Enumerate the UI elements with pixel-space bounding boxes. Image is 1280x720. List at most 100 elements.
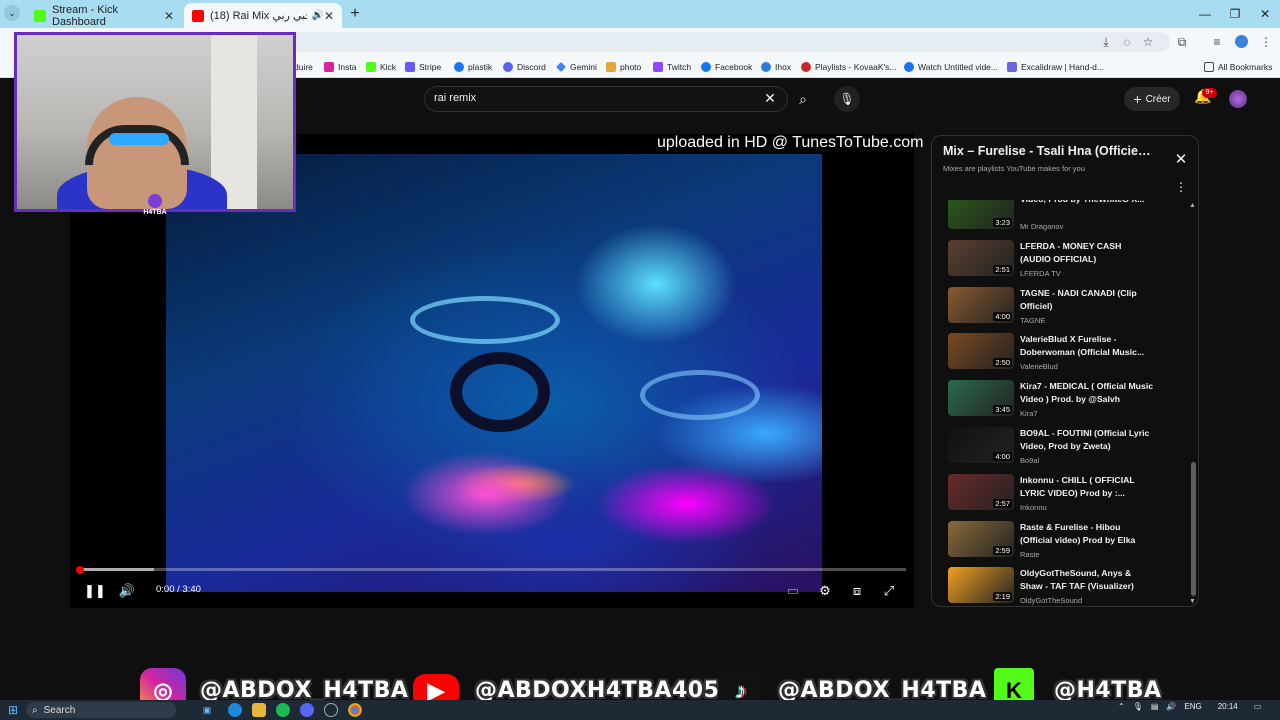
video-thumbnail[interactable]: 3:45: [948, 380, 1014, 417]
bookmark-watch-untitled[interactable]: Watch Untitled vide...: [904, 60, 998, 74]
obs-icon[interactable]: [324, 703, 338, 717]
video-title[interactable]: LFERDA - MONEY CASH (AUDIO OFFICIAL): [1020, 240, 1154, 266]
bookmark-facebook[interactable]: Facebook: [701, 60, 752, 74]
progress-bar[interactable]: [80, 568, 906, 571]
file-explorer-icon[interactable]: [252, 703, 266, 717]
playlist-item[interactable]: 4:00 BO9AL - FOUTINI (Official Lyric Vide…: [948, 427, 1188, 471]
playlist-title[interactable]: Mix – Furelise - Tsali Hna (Officiel Vid…: [943, 144, 1153, 158]
video-title[interactable]: Video, Prod by TheWhiteG X...: [1020, 200, 1154, 206]
eye-slash-icon[interactable]: ◌: [1119, 34, 1135, 50]
search-input[interactable]: [424, 86, 788, 112]
bookmark-excalidraw[interactable]: Excalidraw | Hand-d...: [1007, 60, 1104, 74]
progress-scrubber[interactable]: [76, 566, 84, 574]
bookmark-playlists[interactable]: Playlists - KovaaK's...: [801, 60, 896, 74]
clock[interactable]: 20:14: [1218, 702, 1238, 711]
language-indicator[interactable]: ENG: [1184, 702, 1201, 711]
restore-button[interactable]: ❐: [1226, 5, 1244, 23]
video-title[interactable]: Inkonnu - CHILL ( OFFICIAL LYRIC VIDEO) …: [1020, 474, 1154, 500]
video-title[interactable]: OldyGotTheSound, Anys & Shaw - TAF TAF (…: [1020, 567, 1154, 593]
bookmark-twitch[interactable]: Twitch: [653, 60, 691, 74]
video-thumbnail[interactable]: 2:19: [948, 567, 1014, 604]
bookmark-photo[interactable]: photo: [606, 60, 641, 74]
search-icon[interactable]: ⌕: [788, 86, 818, 112]
tab-search-button[interactable]: ⌄: [4, 5, 20, 21]
spotify-icon[interactable]: [276, 703, 290, 717]
video-title[interactable]: Raste & Furelise - Hibou (Official video…: [1020, 521, 1154, 547]
playlist-item[interactable]: 2:19 OldyGotTheSound, Anys & Shaw - TAF T…: [948, 567, 1188, 606]
scroll-up-arrow-icon[interactable]: ▲: [1189, 202, 1196, 209]
profile-avatar-icon[interactable]: [1233, 34, 1249, 50]
task-view-icon[interactable]: ▣: [200, 703, 214, 717]
volume-tray-icon[interactable]: 🔊: [1166, 702, 1176, 711]
bookmark-plastik[interactable]: plastik: [454, 60, 492, 74]
discord-icon[interactable]: [300, 703, 314, 717]
window-close-button[interactable]: ✕: [1256, 5, 1274, 23]
browser-tab-youtube[interactable]: (18) Rai Mix درته صاحبي ربي 🔊 ✕: [184, 3, 342, 28]
tab-close-icon[interactable]: ✕: [324, 9, 334, 23]
video-thumbnail[interactable]: 3:23: [948, 200, 1014, 229]
network-icon[interactable]: ▤: [1151, 702, 1159, 711]
notification-count-badge: 9+: [1202, 88, 1217, 98]
playlist-item[interactable]: 2:50 ValerieBlud X Furelise - Doberwoman …: [948, 333, 1188, 377]
minimize-button[interactable]: —: [1196, 5, 1214, 23]
video-thumbnail[interactable]: 2:50: [948, 333, 1014, 370]
chrome-menu-icon[interactable]: ⋮: [1258, 34, 1274, 50]
close-playlist-icon[interactable]: ✕: [1173, 150, 1189, 168]
miniplayer-icon[interactable]: ⧈: [848, 582, 866, 600]
playlist-item[interactable]: 4:00 TAGNE - NADI CANADI (Clip Officiel) T…: [948, 286, 1188, 331]
playlist-item[interactable]: 2:51 LFERDA - MONEY CASH (AUDIO OFFICIAL)…: [948, 239, 1188, 284]
scroll-down-arrow-icon[interactable]: ▼: [1189, 598, 1196, 605]
video-title[interactable]: Kira7 - MEDICAL ( Official Music Video )…: [1020, 380, 1154, 406]
mic-tray-icon[interactable]: 🎙: [1133, 702, 1143, 711]
install-app-icon[interactable]: ⤓: [1098, 34, 1114, 50]
playlist-item[interactable]: 2:59 Raste & Furelise - Hibou (Official v…: [948, 520, 1188, 565]
subtitles-icon[interactable]: ▭: [784, 582, 802, 600]
playlist-item[interactable]: 2:57 Inkonnu - CHILL ( OFFICIAL LYRIC VID…: [948, 473, 1188, 518]
system-tray: ⌃ 🎙 ▤ 🔊 ENG 20:14 ▭: [1118, 702, 1261, 711]
create-button[interactable]: + Créer: [1124, 87, 1180, 111]
video-thumbnail[interactable]: 2:51: [948, 239, 1014, 276]
bookmark-star-icon[interactable]: ☆: [1140, 34, 1156, 50]
notification-center-icon[interactable]: ▭: [1254, 702, 1262, 711]
bookmark-gemini[interactable]: Gemini: [556, 60, 597, 74]
playlist-item[interactable]: 3:23 Video, Prod by TheWhiteG X... Mr Drag…: [948, 200, 1188, 237]
settings-gear-icon[interactable]: ⚙: [816, 582, 834, 600]
bookmark-ihox[interactable]: Ihox: [761, 60, 791, 74]
media-controls-icon[interactable]: ≡: [1209, 34, 1225, 50]
windows-start-icon[interactable]: ⊞: [6, 703, 20, 717]
new-tab-button[interactable]: +: [346, 5, 364, 23]
channel-name: Mr Draganov: [1020, 222, 1064, 231]
bookmark-stripe[interactable]: Stripe: [405, 60, 441, 74]
account-avatar[interactable]: [1229, 90, 1247, 108]
video-thumbnail[interactable]: 2:57: [948, 473, 1014, 510]
volume-icon[interactable]: 🔊: [118, 582, 136, 600]
more-options-icon[interactable]: ⋮: [1175, 180, 1187, 194]
browser-tab-kick-dashboard[interactable]: Stream - Kick Dashboard ✕: [26, 3, 182, 28]
edge-icon[interactable]: [228, 703, 242, 717]
playlist-item[interactable]: 3:45 Kira7 - MEDICAL ( Official Music Vid…: [948, 380, 1188, 424]
fullscreen-icon[interactable]: ⤢: [880, 582, 898, 600]
video-title[interactable]: BO9AL - FOUTINI (Official Lyric Video, P…: [1020, 427, 1154, 453]
channel-name: Kira7: [1020, 409, 1038, 419]
taskbar-search[interactable]: ⌕ Search: [26, 702, 176, 718]
bookmark-insta[interactable]: Insta: [324, 60, 356, 74]
video-title[interactable]: TAGNE - NADI CANADI (Clip Officiel): [1020, 287, 1154, 313]
bookmark-duire[interactable]: duire: [294, 60, 313, 74]
video-thumbnail[interactable]: 4:00: [948, 427, 1014, 463]
video-title[interactable]: ValerieBlud X Furelise - Doberwoman (Off…: [1020, 333, 1154, 359]
extensions-icon[interactable]: ⧉: [1174, 34, 1190, 50]
playlist-scrollbar[interactable]: [1191, 462, 1196, 596]
tray-chevron-icon[interactable]: ⌃: [1118, 702, 1125, 711]
bookmark-discord[interactable]: Discord: [503, 60, 546, 74]
microphone-icon[interactable]: 🎙: [834, 86, 860, 112]
tab-close-icon[interactable]: ✕: [164, 9, 174, 23]
video-thumbnail[interactable]: 4:00: [948, 286, 1014, 323]
pause-icon[interactable]: ❚❚: [84, 582, 106, 600]
all-bookmarks-folder[interactable]: All Bookmarks: [1204, 60, 1272, 74]
channel-name: LFERDA TV: [1020, 268, 1061, 278]
clear-search-icon[interactable]: ✕: [762, 90, 778, 108]
bookmark-kick[interactable]: Kick: [366, 60, 396, 74]
tab-audio-icon[interactable]: 🔊: [311, 10, 323, 21]
video-thumbnail[interactable]: 2:59: [948, 520, 1014, 557]
chrome-icon[interactable]: [348, 703, 362, 717]
